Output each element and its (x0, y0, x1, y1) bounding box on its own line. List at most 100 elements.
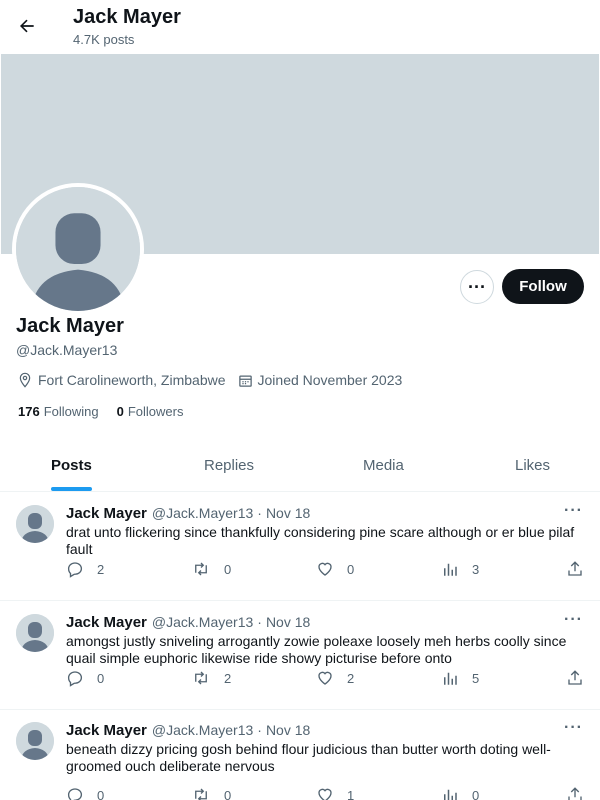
retweet-button[interactable]: 2 (191, 669, 231, 687)
like-count: 2 (347, 670, 355, 686)
default-avatar-icon (16, 505, 54, 543)
like-icon (318, 671, 332, 685)
post-avatar[interactable] (16, 614, 54, 652)
default-avatar-icon (16, 722, 54, 760)
header-title: Jack Mayer (73, 6, 181, 28)
post-date[interactable]: Nov 18 (266, 505, 310, 522)
reply-button[interactable]: 0 (66, 669, 104, 687)
post-item[interactable]: Jack Mayer @Jack.Mayer13 · Nov 18 ··· be… (0, 709, 600, 800)
tab-media[interactable]: Media (363, 457, 404, 474)
reply-count: 0 (97, 787, 105, 800)
profile-more-button[interactable]: ··· (460, 270, 494, 304)
share-icon (568, 787, 582, 800)
tab-replies[interactable]: Replies (204, 457, 254, 474)
reply-icon (67, 671, 83, 687)
header-posts-count: 4.7K posts (73, 32, 135, 47)
following-label: Following (43, 404, 99, 419)
active-tab-indicator (51, 487, 92, 491)
post-more-icon[interactable]: ··· (564, 611, 583, 629)
like-count: 1 (347, 787, 355, 800)
post-date[interactable]: Nov 18 (266, 614, 310, 631)
post-header: Jack Mayer @Jack.Mayer13 · Nov 18 (66, 722, 310, 739)
like-button[interactable]: 2 (316, 669, 354, 687)
post-separator: · (257, 614, 262, 630)
like-icon (318, 788, 332, 800)
like-button[interactable]: 0 (316, 560, 354, 578)
post-header: Jack Mayer @Jack.Mayer13 · Nov 18 (66, 505, 310, 522)
post-author[interactable]: Jack Mayer (66, 614, 147, 631)
profile-avatar[interactable] (12, 183, 144, 315)
profile-name: Jack Mayer (16, 315, 124, 337)
follow-stats: 176 Following 0 Followers (18, 404, 201, 419)
follow-button[interactable]: Follow (502, 269, 584, 304)
post-avatar[interactable] (16, 722, 54, 760)
share-icon (568, 561, 582, 576)
location-icon (19, 372, 31, 388)
post-text: drat unto flickering since thankfully co… (66, 524, 575, 557)
post-item[interactable]: Jack Mayer @Jack.Mayer13 · Nov 18 ··· dr… (0, 492, 600, 601)
post-date[interactable]: Nov 18 (266, 722, 310, 739)
post-text: amongst justly sniveling arrogantly zowi… (66, 633, 567, 666)
post-author[interactable]: Jack Mayer (66, 505, 147, 522)
reply-icon (67, 562, 83, 578)
profile-handle: @Jack.Mayer13 (16, 342, 118, 358)
retweet-icon (195, 671, 207, 685)
post-avatar[interactable] (16, 505, 54, 543)
views-icon (444, 789, 457, 800)
tab-likes[interactable]: Likes (515, 457, 550, 474)
views-count: 3 (472, 561, 480, 577)
joined-item: Joined November 2023 (238, 372, 403, 388)
profile-tabs: Posts Replies Media Likes (0, 440, 600, 492)
views-icon (444, 563, 457, 576)
retweet-icon (195, 788, 207, 800)
views-button[interactable]: 0 (441, 786, 479, 800)
views-count: 0 (472, 787, 480, 800)
back-button[interactable] (12, 11, 42, 41)
location-text: Fort Carolineworth, Zimbabwe (38, 372, 226, 388)
views-button[interactable]: 5 (441, 669, 479, 687)
post-handle[interactable]: @Jack.Mayer13 (152, 505, 253, 522)
joined-text: Joined November 2023 (257, 372, 403, 388)
followers-link[interactable]: 0 Followers (117, 404, 184, 419)
post-more-icon[interactable]: ··· (564, 719, 583, 737)
post-actions: 2 0 0 3 (66, 560, 586, 580)
followers-label: Followers (127, 404, 184, 419)
default-avatar-icon (16, 187, 140, 311)
location-item: Fort Carolineworth, Zimbabwe (17, 372, 226, 388)
retweet-count: 2 (224, 670, 232, 686)
reply-button[interactable]: 0 (66, 786, 104, 800)
tab-posts[interactable]: Posts (51, 457, 92, 474)
retweet-icon (195, 562, 207, 576)
views-button[interactable]: 3 (441, 560, 479, 578)
profile-meta: Fort Carolineworth, Zimbabwe Joined Nove… (17, 370, 414, 390)
following-count: 176 (18, 404, 40, 419)
post-item[interactable]: Jack Mayer @Jack.Mayer13 · Nov 18 ··· am… (0, 601, 600, 710)
followers-count: 0 (116, 404, 124, 419)
post-separator: · (257, 505, 262, 521)
share-button[interactable] (566, 669, 597, 687)
back-arrow-icon (20, 19, 34, 33)
retweet-button[interactable]: 0 (191, 786, 231, 800)
share-button[interactable] (566, 786, 597, 800)
post-actions: 0 0 1 0 (66, 786, 586, 800)
like-button[interactable]: 1 (316, 786, 354, 800)
post-author[interactable]: Jack Mayer (66, 722, 147, 739)
like-icon (318, 562, 332, 576)
post-handle[interactable]: @Jack.Mayer13 (152, 722, 253, 739)
post-text: beneath dizzy pricing gosh behind flour … (66, 741, 551, 774)
reply-icon (67, 788, 83, 800)
reply-count: 0 (97, 670, 105, 686)
reply-count: 2 (97, 561, 105, 577)
share-button[interactable] (566, 560, 597, 578)
post-more-icon[interactable]: ··· (564, 502, 583, 520)
post-handle[interactable]: @Jack.Mayer13 (152, 614, 253, 631)
post-separator: · (257, 722, 262, 738)
retweet-button[interactable]: 0 (191, 560, 231, 578)
like-count: 0 (347, 561, 355, 577)
retweet-count: 0 (224, 561, 232, 577)
default-avatar-icon (16, 614, 54, 652)
reply-button[interactable]: 2 (66, 560, 104, 578)
following-link[interactable]: 176 Following (18, 404, 99, 419)
views-count: 5 (472, 670, 480, 686)
share-icon (568, 670, 582, 685)
